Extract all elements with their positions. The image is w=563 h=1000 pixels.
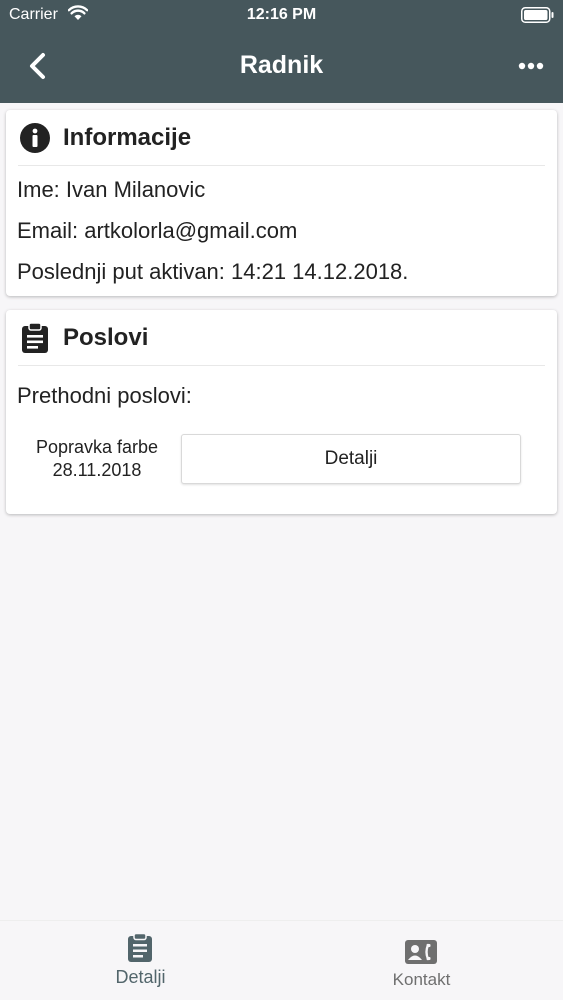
job-row: Popravka farbe 28.11.2018 Detalji [17,434,537,486]
more-options-button[interactable] [515,50,547,82]
status-time: 12:16 PM [246,6,317,23]
worker-name: Ime: Ivan Milanovic [17,177,206,202]
page-title: Radnik [239,51,324,79]
previous-jobs-label: Prethodni poslovi: [17,383,192,408]
nav-bar: Radnik [0,30,563,103]
job-details-button[interactable]: Detalji [181,434,521,484]
clipboard-icon [128,933,152,962]
tab-bar: Detalji Kontakt [0,920,563,1000]
app-header: Carrier 12:16 PM Radnik [0,0,563,103]
tab-contact[interactable]: Kontakt [281,921,562,1000]
info-card: Informacije Ime: Ivan Milanovic Email: a… [6,110,557,296]
contact-card-icon [405,940,437,964]
tab-details[interactable]: Detalji [0,921,281,1000]
status-bar: Carrier 12:16 PM [0,0,563,30]
ellipsis-icon [518,62,544,70]
clipboard-icon [22,322,48,353]
jobs-card-header: Poslovi [18,310,545,366]
job-title: Popravka farbe [35,437,159,457]
jobs-card-title: Poslovi [63,324,149,351]
tab-contact-label: Kontakt [392,970,451,989]
info-card-header: Informacije [18,110,545,166]
jobs-card: Poslovi Prethodni poslovi: Popravka farb… [6,310,557,514]
job-name: Popravka farbe 28.11.2018 [17,436,177,482]
worker-last-active: Poslednji put aktivan: 14:21 14.12.2018. [17,259,409,284]
worker-email: Email: artkolorla@gmail.com [17,218,298,243]
info-icon [20,123,50,153]
job-date: 28.11.2018 [52,460,142,480]
info-card-title: Informacije [63,124,192,151]
battery-icon [521,7,554,23]
tab-details-label: Detalji [115,967,166,987]
